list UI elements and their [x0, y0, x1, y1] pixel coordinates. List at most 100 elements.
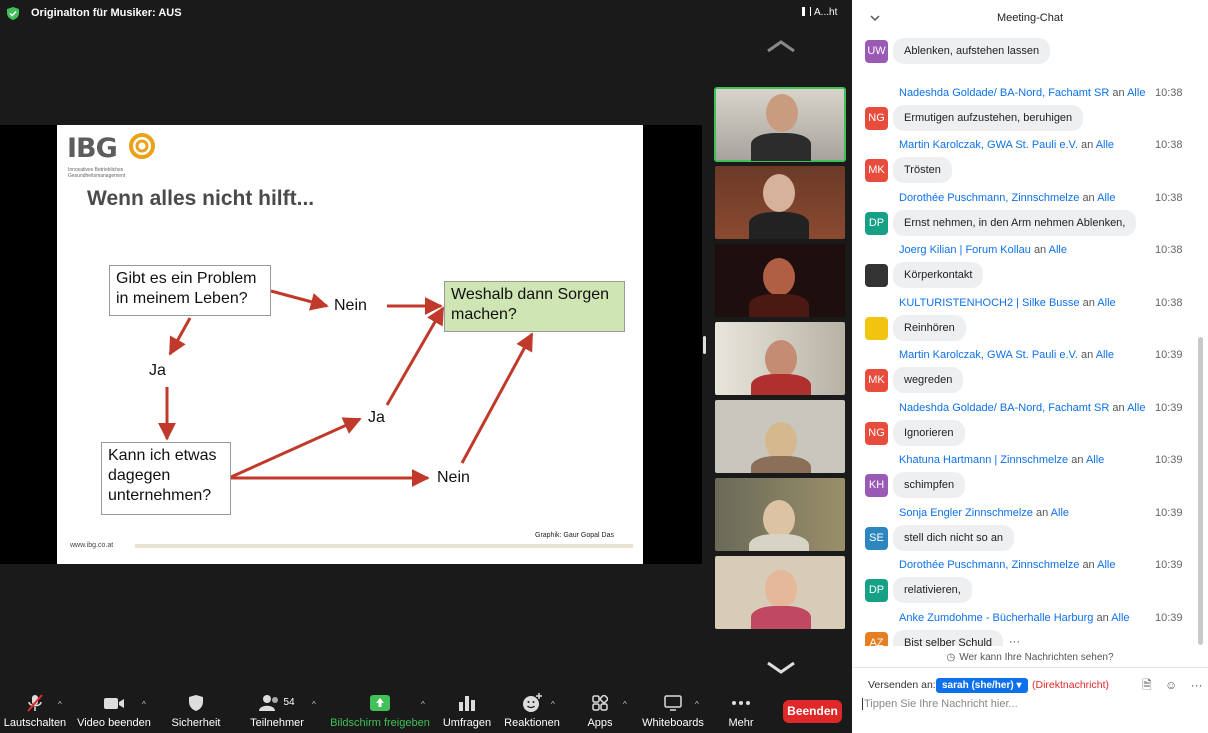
to-word: an: [1082, 191, 1095, 204]
recipient-link[interactable]: Alle: [1096, 349, 1114, 361]
sender-name[interactable]: Nadeshda Goldade/ BA-Nord, Fachamt SR: [899, 87, 1109, 99]
recipient-link[interactable]: Alle: [1127, 87, 1145, 99]
chat-header: Meeting-Chat: [852, 0, 1208, 36]
video-label: Video beenden: [77, 717, 151, 729]
participant-body: [751, 374, 811, 395]
recipient-link[interactable]: Alle: [1097, 559, 1115, 571]
sender-name[interactable]: Joerg Kilian | Forum Kollau: [899, 244, 1031, 256]
message-bubble: Reinhören: [893, 314, 966, 341]
video-button[interactable]: Video beenden: [76, 690, 152, 733]
recipient-link[interactable]: Alle: [1111, 612, 1129, 624]
participant-video-7[interactable]: [715, 556, 845, 629]
message-header: Martin Karolczak, GWA St. Pauli e.V. an …: [899, 349, 1114, 361]
sender-avatar[interactable]: NG: [865, 421, 888, 445]
recipient-dropdown[interactable]: sarah (she/her) ▾: [936, 678, 1028, 693]
security-label: Sicherheit: [171, 717, 221, 729]
sender-name[interactable]: Martin Karolczak, GWA St. Pauli e.V.: [899, 349, 1078, 361]
share-screen-button[interactable]: Bildschirm freigeben: [330, 690, 430, 733]
to-word: an: [1096, 611, 1109, 624]
sender-name[interactable]: Sonja Engler Zinnschmelze: [899, 507, 1033, 519]
recipient-link[interactable]: Alle: [1049, 244, 1067, 256]
sender-avatar[interactable]: KH: [865, 474, 888, 497]
participant-video-5[interactable]: [715, 400, 845, 473]
sender-avatar[interactable]: AZ: [865, 631, 888, 646]
sender-name[interactable]: Anke Zumdohme - Bücherhalle Harburg: [899, 612, 1093, 624]
chevron-up-icon[interactable]: [766, 38, 796, 54]
sender-avatar[interactable]: DP: [865, 579, 888, 602]
mute-options-caret[interactable]: ^: [58, 700, 62, 709]
participant-face: [763, 174, 795, 212]
recipient-link[interactable]: Alle: [1097, 192, 1115, 204]
message-more-icon[interactable]: ···: [1009, 636, 1020, 647]
end-meeting-button[interactable]: Beenden: [783, 700, 842, 723]
apps-options-caret[interactable]: ^: [623, 700, 627, 709]
apps-button[interactable]: Apps: [580, 690, 620, 733]
footer-bar: [135, 544, 633, 548]
emoji-icon[interactable]: ☺: [1165, 678, 1177, 692]
video-camera-icon: [104, 697, 124, 709]
participant-body: [751, 456, 811, 473]
participants-options-caret[interactable]: ^: [312, 700, 316, 709]
view-button[interactable]: A...ht: [802, 7, 837, 18]
more-button[interactable]: Mehr: [722, 690, 760, 733]
who-can-see-link[interactable]: ◷ Wer kann Ihre Nachrichten sehen?: [852, 652, 1208, 663]
reactions-button[interactable]: Reaktionen: [504, 690, 560, 733]
sender-name[interactable]: Martin Karolczak, GWA St. Pauli e.V.: [899, 139, 1078, 151]
chat-scrollbar[interactable]: [1198, 337, 1203, 645]
to-word: an: [1080, 349, 1094, 361]
participant-video-1[interactable]: [714, 87, 846, 162]
whiteboards-options-caret[interactable]: ^: [695, 700, 699, 709]
message-bubble: relativieren,: [893, 577, 972, 603]
video-options-caret[interactable]: ^: [142, 700, 146, 709]
apps-icon: [592, 694, 608, 711]
more-options-icon[interactable]: ···: [1191, 678, 1203, 692]
shield-check-icon[interactable]: [7, 7, 19, 20]
mute-label: Lautschalten: [3, 717, 67, 729]
recipient-name: sarah (she/her): [942, 680, 1014, 691]
sender-avatar[interactable]: DP: [865, 211, 888, 235]
to-word: an: [1080, 139, 1094, 151]
sender-avatar[interactable]: UW: [865, 40, 888, 63]
participants-button[interactable]: 54 Teilnehmer: [246, 690, 308, 733]
recipient-link[interactable]: Alle: [1096, 139, 1114, 151]
participant-video-6[interactable]: [715, 478, 845, 551]
message-bubble: Ernst nehmen, in den Arm nehmen Ablenken…: [893, 209, 1137, 236]
participant-video-4[interactable]: [715, 322, 845, 395]
share-options-caret[interactable]: ^: [421, 700, 425, 709]
participants-icon: [259, 694, 279, 711]
to-word: an: [1112, 86, 1125, 99]
sender-avatar[interactable]: MK: [865, 159, 888, 182]
sender-avatar[interactable]: NG: [865, 106, 888, 130]
participant-body: [751, 606, 811, 629]
recipient-link[interactable]: Alle: [1051, 507, 1069, 519]
chevron-down-icon[interactable]: [766, 660, 796, 676]
sender-name[interactable]: Dorothée Puschmann, Zinnschmelze: [899, 192, 1079, 204]
flow-label-nein-2: Nein: [437, 469, 470, 486]
sender-name[interactable]: Dorothée Puschmann, Zinnschmelze: [899, 559, 1079, 571]
sender-avatar[interactable]: SE: [865, 526, 888, 550]
whiteboards-button[interactable]: Whiteboards: [642, 690, 704, 733]
participant-video-2[interactable]: [715, 166, 845, 239]
sender-avatar[interactable]: [865, 264, 888, 287]
message-bubble: Bist selber Schuld: [893, 629, 1004, 646]
message-time: 10:38: [1155, 244, 1183, 256]
polls-button[interactable]: Umfragen: [440, 690, 494, 733]
chat-input[interactable]: Tippen Sie Ihre Nachricht hier...: [862, 698, 1192, 710]
participant-video-3[interactable]: [715, 244, 845, 317]
sender-avatar[interactable]: [865, 316, 888, 340]
polls-label: Umfragen: [442, 717, 492, 729]
security-button[interactable]: Sicherheit: [164, 690, 228, 733]
sender-name[interactable]: Nadeshda Goldade/ BA-Nord, Fachamt SR: [899, 402, 1109, 414]
sender-name[interactable]: KULTURISTENHOCH2 | Silke Busse: [899, 297, 1080, 309]
sender-name[interactable]: Khatuna Hartmann | Zinnschmelze: [899, 454, 1068, 466]
recipient-link[interactable]: Alle: [1097, 297, 1115, 309]
mute-button[interactable]: Lautschalten: [2, 690, 68, 733]
sender-avatar[interactable]: MK: [865, 369, 888, 392]
reactions-options-caret[interactable]: ^: [551, 700, 555, 709]
file-icon[interactable]: 🗎: [1142, 678, 1152, 692]
message-time: 10:39: [1155, 611, 1183, 624]
resize-handle[interactable]: [703, 336, 706, 354]
recipient-link[interactable]: Alle: [1086, 454, 1104, 466]
meeting-topbar: Originalton für Musiker: AUS A...ht: [0, 0, 852, 28]
recipient-link[interactable]: Alle: [1127, 402, 1145, 414]
